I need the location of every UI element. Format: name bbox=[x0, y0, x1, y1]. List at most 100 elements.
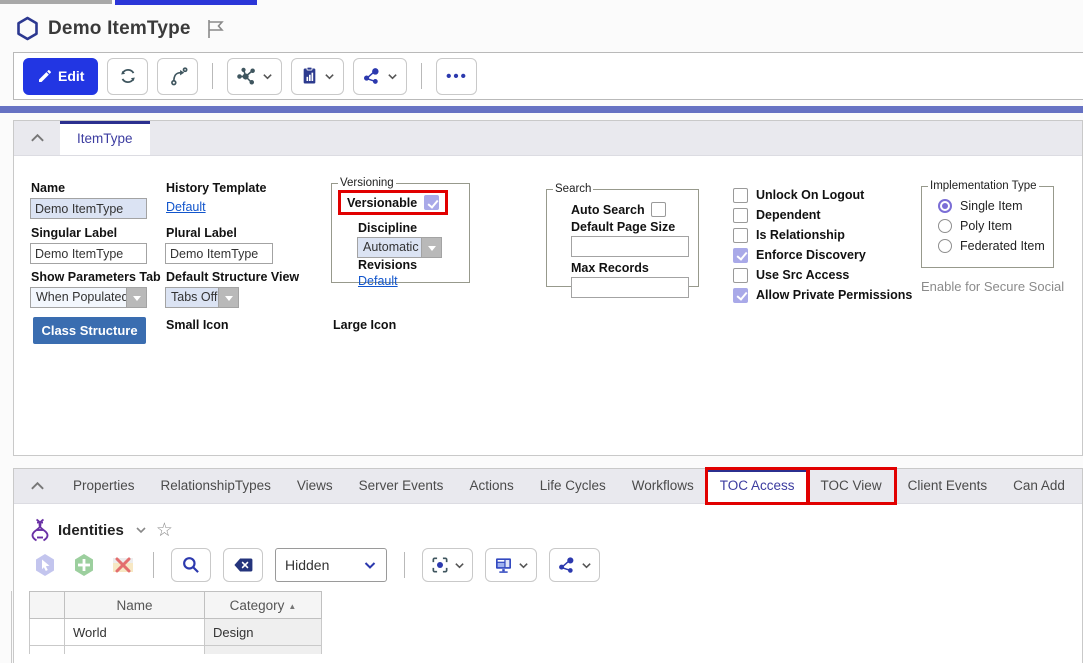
tab-can-add[interactable]: Can Add bbox=[1000, 469, 1078, 503]
radio-icon[interactable] bbox=[938, 199, 952, 213]
tab-views[interactable]: Views bbox=[284, 469, 346, 503]
dropdown-arrow-button[interactable] bbox=[218, 287, 239, 308]
max-records-input[interactable] bbox=[571, 277, 689, 298]
radio-icon[interactable] bbox=[938, 219, 952, 233]
default-structure-view-dropdown[interactable]: Tabs Off bbox=[165, 287, 239, 308]
favorite-star-icon[interactable]: ☆ bbox=[156, 521, 173, 540]
dropdown-arrow-button[interactable] bbox=[421, 237, 442, 258]
checkbox-icon[interactable] bbox=[733, 208, 748, 223]
flags-column: Unlock On LogoutDependentIs Relationship… bbox=[733, 185, 912, 305]
show-parameters-tab-dropdown[interactable]: When Populated bbox=[30, 287, 147, 308]
tab-workflows[interactable]: Workflows bbox=[619, 469, 707, 503]
versionable-checkbox[interactable] bbox=[424, 195, 439, 210]
flag-use-src-access[interactable]: Use Src Access bbox=[733, 265, 912, 285]
plural-label-input[interactable] bbox=[165, 243, 273, 264]
column-header-category[interactable]: Category▲ bbox=[205, 592, 322, 619]
checkbox-icon[interactable] bbox=[733, 248, 748, 263]
radio-icon[interactable] bbox=[938, 239, 952, 253]
layout-menu-button[interactable] bbox=[485, 548, 537, 582]
history-template-label: History Template bbox=[166, 181, 267, 195]
versionable-highlight-box: Versionable bbox=[338, 190, 448, 215]
pick-item-icon[interactable] bbox=[31, 552, 58, 579]
radio-single-item[interactable]: Single Item bbox=[938, 196, 1045, 216]
max-records-label: Max Records bbox=[571, 261, 690, 275]
focus-target-icon bbox=[430, 555, 450, 575]
search-group: Search Auto Search Default Page Size Max… bbox=[546, 183, 699, 287]
collapse-relationships-button[interactable] bbox=[14, 469, 60, 503]
edit-button[interactable]: Edit bbox=[23, 58, 98, 95]
versioning-legend: Versioning bbox=[338, 177, 396, 189]
checkbox-icon[interactable] bbox=[733, 288, 748, 303]
default-page-size-input[interactable] bbox=[571, 236, 689, 257]
delete-row-icon[interactable] bbox=[109, 552, 136, 579]
accent-divider-bar bbox=[0, 106, 1083, 113]
cell-category[interactable]: Design bbox=[205, 619, 322, 646]
promote-button[interactable] bbox=[157, 58, 198, 95]
tab-itemtype[interactable]: ItemType bbox=[60, 121, 150, 155]
tab-actions[interactable]: Actions bbox=[456, 469, 526, 503]
refresh-button[interactable] bbox=[107, 58, 148, 95]
flag-allow-private-permissions[interactable]: Allow Private Permissions bbox=[733, 285, 912, 305]
flag-is-relationship[interactable]: Is Relationship bbox=[733, 225, 912, 245]
column-header-name[interactable]: Name bbox=[65, 592, 205, 619]
tab-server-events[interactable]: Server Events bbox=[346, 469, 457, 503]
singular-label-label: Singular Label bbox=[31, 226, 117, 240]
tab-toc-access[interactable]: TOC Access bbox=[707, 469, 808, 503]
name-input[interactable] bbox=[30, 198, 147, 219]
implementation-type-options: Single ItemPoly ItemFederated Item bbox=[938, 196, 1045, 256]
row-selector-cell[interactable] bbox=[30, 619, 65, 646]
table-row[interactable]: WorldDesign bbox=[30, 619, 322, 646]
radio-federated-item[interactable]: Federated Item bbox=[938, 236, 1045, 256]
backspace-icon bbox=[232, 556, 254, 574]
checkbox-icon[interactable] bbox=[733, 228, 748, 243]
filter-select[interactable]: Hidden bbox=[275, 548, 387, 582]
structure-menu-button[interactable] bbox=[227, 58, 282, 95]
more-actions-button[interactable]: ••• bbox=[436, 58, 477, 95]
add-row-icon[interactable] bbox=[70, 552, 97, 579]
singular-label-input[interactable] bbox=[30, 243, 147, 264]
history-template-link[interactable]: Default bbox=[166, 200, 206, 214]
relationship-tabstrip: PropertiesRelationshipTypesViewsServer E… bbox=[14, 469, 1082, 504]
checkbox-icon[interactable] bbox=[733, 268, 748, 283]
clear-search-button[interactable] bbox=[223, 548, 263, 582]
chevron-down-icon bbox=[518, 560, 529, 571]
tab-toc-view[interactable]: TOC View bbox=[808, 469, 895, 503]
class-structure-button[interactable]: Class Structure bbox=[33, 317, 146, 344]
grid-share-menu-button[interactable] bbox=[549, 548, 600, 582]
tab-relationshiptypes[interactable]: RelationshipTypes bbox=[148, 469, 284, 503]
main-toolbar: Edit bbox=[13, 52, 1083, 100]
cell bbox=[65, 646, 205, 654]
table-row-partial[interactable] bbox=[30, 646, 322, 654]
column-header-blank[interactable] bbox=[30, 592, 65, 619]
flag-dependent[interactable]: Dependent bbox=[733, 205, 912, 225]
flag-enforce-discovery[interactable]: Enforce Discovery bbox=[733, 245, 912, 265]
top-tab-indicator-inactive[interactable] bbox=[0, 0, 112, 4]
top-tab-indicator-active[interactable] bbox=[115, 0, 257, 5]
focus-view-menu-button[interactable] bbox=[422, 548, 473, 582]
flag-icon[interactable] bbox=[204, 18, 226, 40]
small-icon-label: Small Icon bbox=[166, 318, 229, 332]
search-button[interactable] bbox=[171, 548, 211, 582]
discipline-dropdown[interactable]: Automatic bbox=[357, 237, 442, 258]
dropdown-arrow-button[interactable] bbox=[126, 287, 147, 308]
radio-poly-item[interactable]: Poly Item bbox=[938, 216, 1045, 236]
sort-asc-icon: ▲ bbox=[288, 602, 296, 611]
reports-menu-button[interactable] bbox=[291, 58, 344, 95]
auto-search-checkbox[interactable] bbox=[651, 202, 666, 217]
flag-unlock-on-logout[interactable]: Unlock On Logout bbox=[733, 185, 912, 205]
toolbar-separator bbox=[153, 552, 154, 578]
share-menu-button[interactable] bbox=[353, 58, 407, 95]
tab-f[interactable]: F bbox=[1078, 469, 1083, 503]
refresh-icon bbox=[118, 66, 138, 86]
checkbox-icon[interactable] bbox=[733, 188, 748, 203]
search-icon bbox=[181, 555, 201, 575]
tab-properties[interactable]: Properties bbox=[60, 469, 148, 503]
collapse-form-button[interactable] bbox=[14, 121, 60, 155]
cell-name[interactable]: World bbox=[65, 619, 205, 646]
chevron-down-icon[interactable] bbox=[135, 524, 147, 536]
default-page-size-label: Default Page Size bbox=[571, 220, 690, 234]
tab-client-events[interactable]: Client Events bbox=[895, 469, 1001, 503]
tab-life-cycles[interactable]: Life Cycles bbox=[527, 469, 619, 503]
toolbar-separator bbox=[421, 63, 422, 89]
revisions-link[interactable]: Default bbox=[358, 274, 398, 288]
